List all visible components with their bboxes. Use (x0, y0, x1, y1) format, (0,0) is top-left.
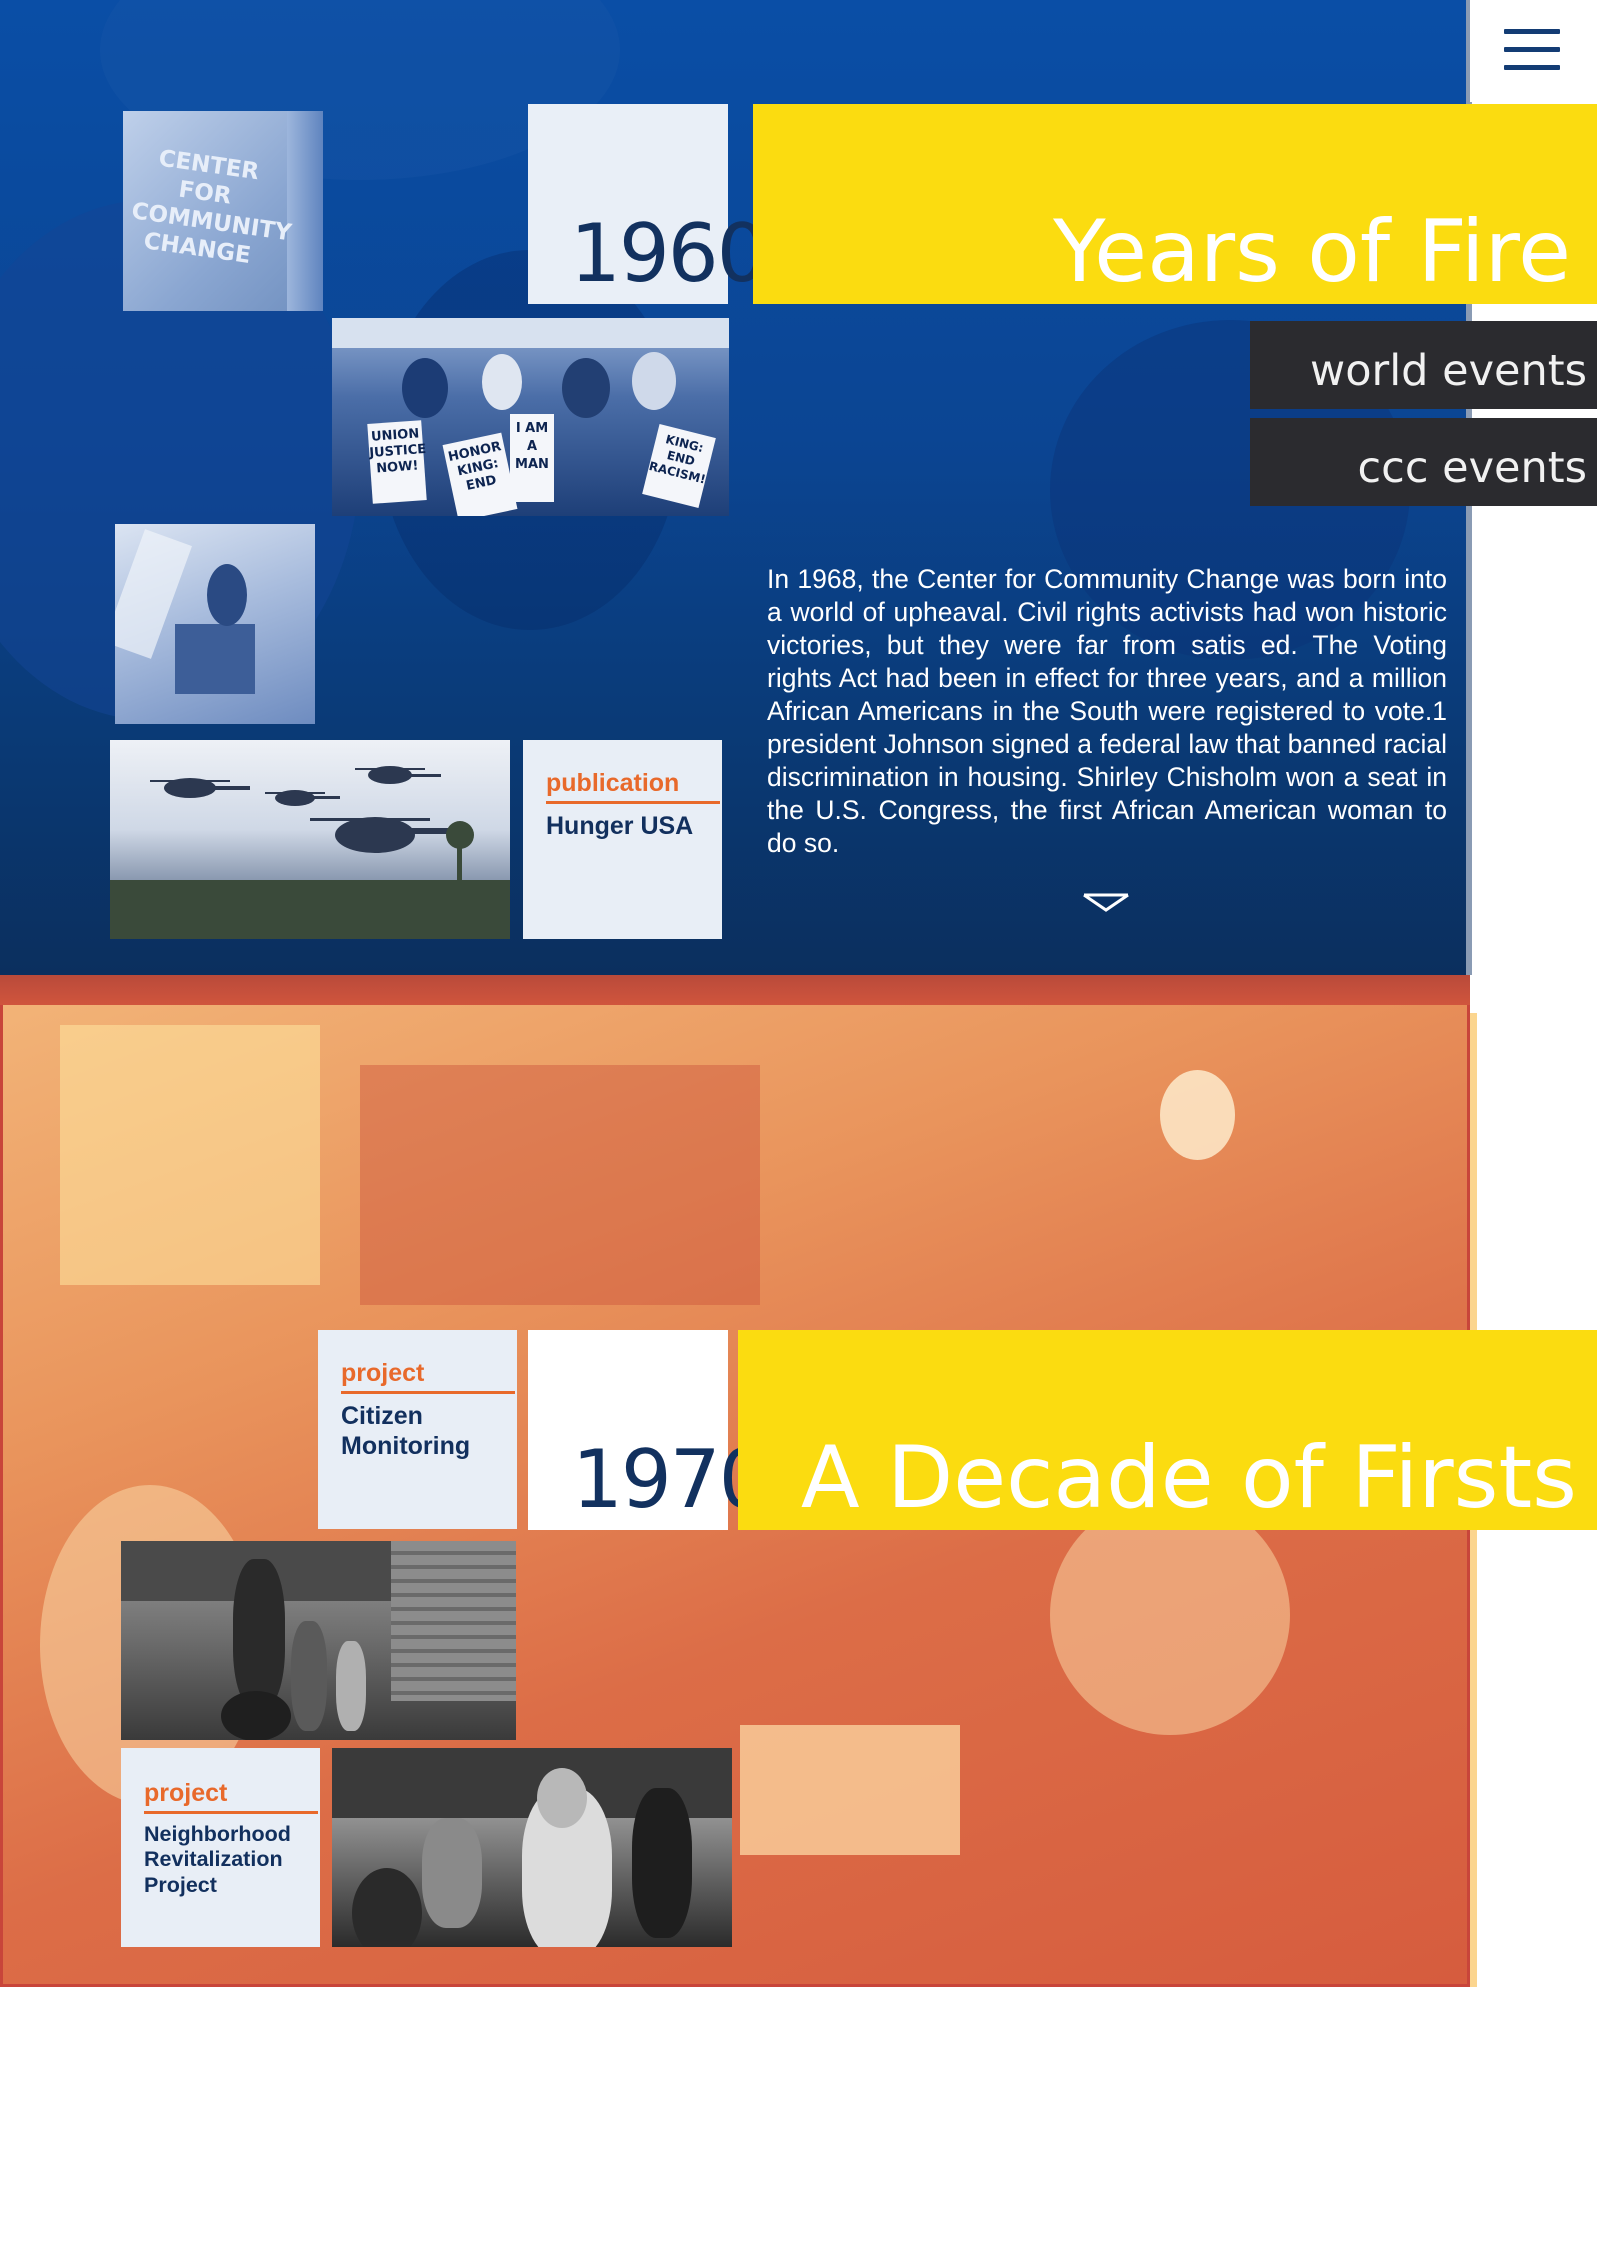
photo-ccc-sign[interactable]: CENTER FOR COMMUNITY CHANGE (123, 111, 323, 311)
podium (175, 624, 255, 694)
photo-helicopters[interactable] (110, 740, 510, 939)
card-title: Hunger USA (546, 812, 694, 840)
card-divider (546, 801, 720, 804)
card-title: Citizen Monitoring (341, 1402, 471, 1460)
sign-pillar (287, 111, 323, 311)
crowd-figure (562, 358, 610, 418)
menu-button[interactable] (1470, 0, 1597, 102)
crowd-figure (402, 358, 448, 418)
card-divider (341, 1391, 515, 1394)
year-box-1970: 1970 (528, 1330, 770, 1530)
photo-family-porch[interactable] (121, 1541, 516, 1740)
card-kind-label: project (144, 1779, 228, 1807)
protest-sign: HONOR KING: END (442, 432, 518, 516)
crowd-figure (482, 354, 522, 410)
card-project-neighborhood-revitalization[interactable]: project Neighborhood Revitalization Proj… (121, 1748, 320, 1947)
man-figure (352, 1868, 422, 1947)
protest-sign: I AM A MAN (510, 414, 554, 502)
man-head (537, 1768, 587, 1828)
protest-sign: UNION JUSTICE NOW! (367, 420, 427, 504)
hamburger-menu-icon (1470, 0, 1597, 102)
chevron-down-icon[interactable] (1082, 892, 1130, 914)
child-figure (336, 1641, 366, 1731)
year-box-1960: 1960 (528, 104, 768, 304)
sign-text: CENTER FOR COMMUNITY CHANGE (129, 145, 294, 269)
tire (221, 1691, 291, 1740)
world-events-button[interactable]: world events (1250, 321, 1597, 409)
card-project-citizen-monitoring[interactable]: project Citizen Monitoring (318, 1330, 517, 1529)
card-kind-label: publication (546, 769, 680, 797)
title-banner-1970: A Decade of Firsts (738, 1330, 1597, 1530)
section-title: Years of Fire (1053, 202, 1571, 302)
title-banner-1960: Years of Fire (753, 104, 1597, 304)
section-title: A Decade of Firsts (800, 1428, 1577, 1528)
photo-protest-march[interactable]: UNION JUSTICE NOW! HONOR KING: END I AM … (332, 318, 729, 516)
wood-wall (391, 1541, 516, 1701)
child-figure (422, 1818, 482, 1928)
man-figure (233, 1559, 285, 1709)
protest-sign: KING: END RACISM! (642, 424, 716, 508)
photo-meeting[interactable] (332, 1748, 732, 1947)
crowd-figure (632, 352, 676, 410)
woman-figure (632, 1788, 692, 1938)
card-publication[interactable]: publication Hunger USA (523, 740, 722, 939)
sky (332, 318, 729, 348)
photo-rally-speaker[interactable] (115, 524, 315, 724)
child-figure (291, 1621, 327, 1731)
section-divider-bar (0, 975, 1470, 1005)
speaker-figure (207, 564, 247, 626)
card-title: Neighborhood Revitalization Project (144, 1822, 291, 1897)
card-divider (144, 1811, 318, 1814)
intro-paragraph: In 1968, the Center for Community Change… (767, 564, 1447, 858)
card-kind-label: project (341, 1359, 425, 1387)
ccc-events-button[interactable]: ccc events (1250, 418, 1597, 506)
helicopters-illustration (110, 766, 510, 939)
year-label: 1960 (570, 207, 768, 300)
